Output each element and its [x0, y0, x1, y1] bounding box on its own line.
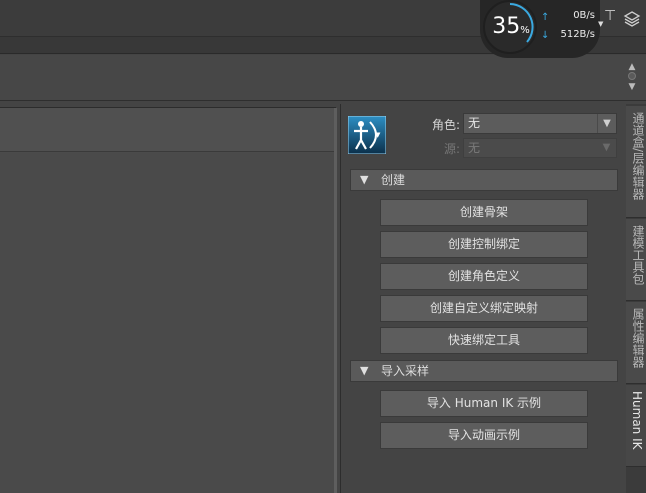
- create-custom-rig-mapping-button[interactable]: 创建自定义绑定映射: [380, 295, 588, 322]
- section-title: 导入采样: [381, 364, 430, 378]
- upload-arrow-icon: ↑: [541, 12, 550, 23]
- role-select[interactable]: 无: [463, 113, 617, 134]
- viewport[interactable]: [0, 153, 334, 493]
- source-select[interactable]: 无: [463, 138, 617, 158]
- create-character-definition-button[interactable]: 创建角色定义: [380, 263, 588, 290]
- pin-icon[interactable]: ⊤: [604, 8, 618, 24]
- collapse-triangle-icon[interactable]: ▼: [360, 170, 368, 190]
- tab-modeling-toolkit[interactable]: 建模工具包: [626, 219, 646, 301]
- section-title: 创建: [381, 173, 406, 187]
- scroll-grip-icon[interactable]: [628, 72, 636, 80]
- quick-rig-tool-button[interactable]: 快速绑定工具: [380, 327, 588, 354]
- viewport-header: [0, 108, 335, 152]
- create-control-rig-button[interactable]: 创建控制绑定: [380, 231, 588, 258]
- role-label: 角色:: [431, 118, 460, 132]
- import-human-ik-example-button[interactable]: 导入 Human IK 示例: [380, 390, 588, 417]
- source-label: 源:: [443, 142, 460, 156]
- upload-speed: 0B/s: [573, 10, 595, 21]
- usage-percent: 35%: [492, 14, 530, 39]
- viewport-splitter[interactable]: [334, 108, 337, 493]
- tab-human-ik[interactable]: Human IK: [626, 385, 646, 467]
- create-skeleton-button[interactable]: 创建骨架: [380, 199, 588, 226]
- tab-channel-box-layer-editor[interactable]: 通道盒/层编辑器: [626, 106, 646, 218]
- import-animation-example-button[interactable]: 导入动画示例: [380, 422, 588, 449]
- scroll-down-icon[interactable]: ▼: [626, 82, 638, 92]
- chevron-down-icon[interactable]: ▼: [597, 114, 616, 133]
- scroll-up-icon[interactable]: ▲: [626, 62, 638, 72]
- collapse-triangle-icon[interactable]: ▼: [360, 361, 368, 381]
- section-create[interactable]: ▼ 创建: [350, 169, 618, 191]
- chevron-down-icon[interactable]: ▼: [375, 131, 383, 139]
- shelf-toolbar: [0, 55, 646, 101]
- download-arrow-icon: ↓: [541, 30, 550, 41]
- layers-icon[interactable]: [623, 10, 641, 28]
- download-speed: 512B/s: [560, 29, 595, 40]
- section-import-samples[interactable]: ▼ 导入采样: [350, 360, 618, 382]
- chevron-down-icon[interactable]: ▼: [597, 139, 616, 157]
- tab-attribute-editor[interactable]: 属性编辑器: [626, 302, 646, 384]
